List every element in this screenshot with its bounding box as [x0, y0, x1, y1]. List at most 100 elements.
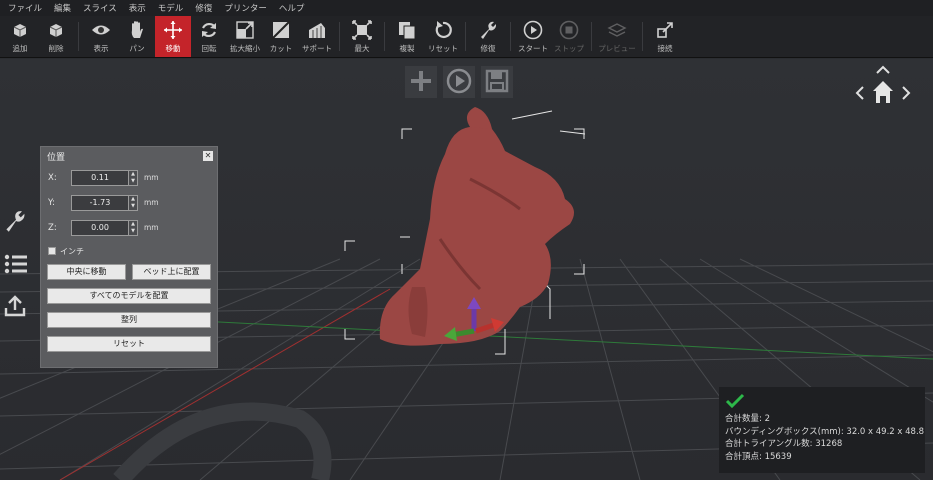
repair-label: 修復	[480, 44, 496, 53]
x-input[interactable]: 0.11	[71, 169, 129, 186]
stop-button[interactable]: ストップ	[551, 16, 587, 57]
scale-icon	[234, 20, 256, 40]
z-stepper[interactable]: ▲ ▼	[129, 219, 138, 236]
ok-status	[725, 393, 919, 413]
rotate-icon	[198, 20, 220, 40]
menu-help[interactable]: ヘルプ	[277, 2, 315, 14]
menu-repair[interactable]: 修復	[193, 2, 222, 14]
save-floppy-icon	[485, 69, 509, 96]
position-panel: 位置 ✕ X: 0.11 ▲ ▼ mm Y: -1.73 ▲ ▼ mm Z: 0.0…	[40, 146, 218, 368]
start-button[interactable]: スタート	[515, 16, 551, 57]
rotate-button[interactable]: 回転	[191, 16, 227, 57]
repair-button[interactable]: 修復	[470, 16, 506, 57]
side-toolbar	[4, 209, 32, 320]
y-input[interactable]: -1.73	[71, 194, 129, 211]
menu-file[interactable]: ファイル	[6, 2, 52, 14]
camera-nav	[853, 63, 913, 113]
connect-label: 接続	[657, 44, 673, 53]
wrench-icon[interactable]	[4, 209, 32, 236]
stop-icon	[558, 20, 580, 40]
inch-checkbox[interactable]	[48, 247, 56, 255]
x-stepper[interactable]: ▲ ▼	[129, 169, 138, 186]
toolbar: 追加 削除 表示 パン 移動 回転 拡大縮小 カット サポート 最大 複製 リセ…	[0, 16, 933, 58]
move-arrows-icon	[162, 20, 184, 40]
stepper-up-icon[interactable]: ▲	[129, 196, 137, 203]
stepper-up-icon[interactable]: ▲	[129, 221, 137, 228]
toolbar-divider	[384, 22, 385, 51]
z-input[interactable]: 0.00	[71, 219, 129, 236]
y-field-row: Y: -1.73 ▲ ▼ mm	[41, 190, 217, 215]
toolbar-divider	[465, 22, 466, 51]
z-unit: mm	[144, 223, 159, 232]
z-label: Z:	[48, 222, 57, 233]
start-label: スタート	[518, 44, 548, 53]
duplicate-button[interactable]: 複製	[389, 16, 425, 57]
delete-button[interactable]: 削除	[38, 16, 74, 57]
stepper-down-icon[interactable]: ▼	[129, 228, 137, 235]
upload-icon[interactable]	[4, 295, 32, 320]
reset-label: リセット	[428, 44, 458, 53]
view-button[interactable]: 表示	[83, 16, 119, 57]
z-field-row: Z: 0.00 ▲ ▼ mm	[41, 215, 217, 240]
reset-position-button[interactable]: リセット	[47, 336, 211, 352]
model-dog	[379, 107, 574, 346]
play-icon	[522, 20, 544, 40]
support-label: サポート	[302, 44, 332, 53]
toolbar-divider	[591, 22, 592, 51]
stepper-down-icon[interactable]: ▼	[129, 203, 137, 210]
stepper-up-icon[interactable]: ▲	[129, 171, 137, 178]
panel-header: 位置 ✕	[41, 147, 217, 165]
play-view-button[interactable]	[443, 66, 475, 98]
add-button[interactable]: 追加	[2, 16, 38, 57]
reset-button[interactable]: リセット	[425, 16, 461, 57]
model-info-panel: 合計数量: 2 バウンディングボックス(mm): 32.0 x 49.2 x 4…	[719, 387, 925, 473]
preview-icon	[606, 20, 628, 40]
menu-view[interactable]: 表示	[127, 2, 156, 14]
y-stepper[interactable]: ▲ ▼	[129, 194, 138, 211]
maximize-button[interactable]: 最大	[344, 16, 380, 57]
list-icon[interactable]	[4, 254, 32, 277]
menu-slice[interactable]: スライス	[81, 2, 127, 14]
toolbar-divider	[339, 22, 340, 51]
pan-button[interactable]: パン	[119, 16, 155, 57]
y-label: Y:	[48, 197, 55, 208]
place-on-bed-button[interactable]: ベッド上に配置	[132, 264, 211, 280]
arrange-all-button[interactable]: すべてのモデルを配置	[47, 288, 211, 304]
duplicate-label: 複製	[399, 44, 415, 53]
cut-button[interactable]: カット	[263, 16, 299, 57]
toolbar-divider	[510, 22, 511, 51]
save-view-button[interactable]	[481, 66, 513, 98]
play-circle-icon	[446, 68, 472, 97]
cut-label: カット	[269, 44, 293, 53]
center-button[interactable]: 中央に移動	[47, 264, 126, 280]
align-button[interactable]: 整列	[47, 312, 211, 328]
preview-button[interactable]: プレビュー	[596, 16, 638, 57]
delete-box-icon	[45, 20, 67, 40]
position-button-row: 中央に移動 ベッド上に配置	[41, 264, 217, 280]
add-box-icon	[9, 20, 31, 40]
support-button[interactable]: サポート	[299, 16, 335, 57]
wrench-icon	[477, 20, 499, 40]
menu-edit[interactable]: 編集	[52, 2, 81, 14]
menu-model[interactable]: モデル	[156, 2, 194, 14]
inch-label: インチ	[60, 246, 84, 256]
duplicate-icon	[396, 20, 418, 40]
total-count: 合計数量: 2	[725, 414, 770, 424]
add-label: 追加	[12, 44, 28, 53]
add-view-button[interactable]	[405, 66, 437, 98]
maximize-icon	[351, 20, 373, 40]
eye-icon	[90, 20, 112, 40]
stop-label: ストップ	[554, 44, 584, 53]
stepper-down-icon[interactable]: ▼	[129, 178, 137, 185]
bounding-box: バウンディングボックス(mm): 32.0 x 49.2 x 48.8	[725, 426, 925, 437]
delete-label: 削除	[48, 44, 64, 53]
scale-button[interactable]: 拡大縮小	[227, 16, 263, 57]
connect-button[interactable]: 接続	[647, 16, 683, 57]
move-button[interactable]: 移動	[155, 16, 191, 57]
menu-printer[interactable]: プリンター	[222, 2, 277, 14]
menu-bar: ファイル 編集 スライス 表示 モデル 修復 プリンター ヘルプ	[0, 0, 933, 16]
cut-icon	[270, 20, 292, 40]
close-icon[interactable]: ✕	[203, 151, 213, 161]
inch-option: インチ	[41, 242, 217, 260]
3d-viewport[interactable]: 位置 ✕ X: 0.11 ▲ ▼ mm Y: -1.73 ▲ ▼ mm Z: 0.0…	[0, 59, 933, 480]
